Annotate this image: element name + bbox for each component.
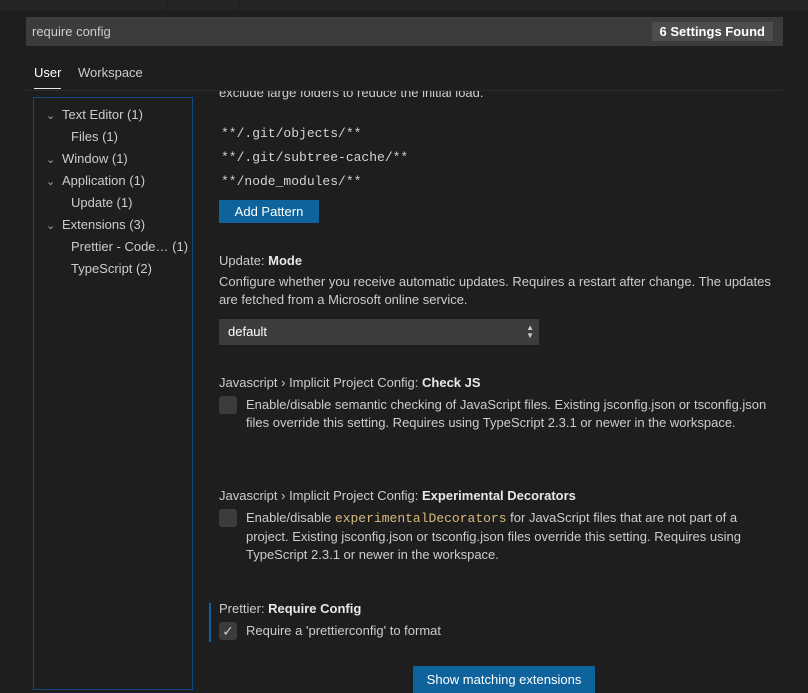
tab-workspace[interactable]: Workspace [78, 60, 143, 88]
toc-item-text-editor[interactable]: ⌄ Text Editor (1) [46, 105, 143, 125]
setting-description: Require a 'prettierconfig' to format [246, 623, 441, 638]
setting-description: Enable/disable experimentalDecorators fo… [246, 509, 781, 564]
toc-item-label: Update [71, 195, 113, 210]
toc-item-update[interactable]: Update (1) [71, 193, 132, 213]
settings-search-bar: 6 Settings Found [26, 17, 783, 46]
select-value: default [228, 324, 268, 339]
experimental-decorators-checkbox[interactable] [219, 509, 237, 527]
prettier-require-config-checkbox[interactable]: ✓ [219, 622, 237, 640]
setting-category: Update: [219, 253, 269, 268]
toc-item-extensions[interactable]: ⌄ Extensions (3) [46, 215, 145, 235]
setting-description: Configure whether you receive automatic … [219, 274, 771, 307]
check-js-checkbox[interactable] [219, 396, 237, 414]
chevron-down-icon: ⌄ [46, 176, 56, 188]
update-mode-select[interactable]: default ▲ ▼ [219, 319, 539, 345]
toc-item-label: Window [62, 151, 109, 166]
chevron-down-icon: ⌄ [46, 220, 56, 232]
exclude-pattern-item[interactable]: **/.git/objects/** [221, 124, 361, 144]
toc-item-count: (1) [102, 129, 118, 144]
title-strip [0, 0, 808, 10]
toc-item-typescript[interactable]: TypeScript (2) [71, 259, 152, 279]
settings-search-input[interactable] [26, 17, 632, 46]
results-count-badge: 6 Settings Found [651, 22, 773, 41]
setting-category: Javascript › Implicit Project Config: [219, 375, 423, 390]
setting-title-prettier-require-config: Prettier: Require Config [219, 601, 361, 616]
checkmark-icon: ✓ [222, 623, 234, 639]
chevron-down-icon: ⌄ [46, 110, 56, 122]
settings-table-of-contents: ⌄ Text Editor (1) Files (1) ⌄ Window (1) ⌄… [33, 97, 193, 690]
toc-item-label: Text Editor [62, 107, 124, 122]
setting-title-experimental-decorators: Javascript › Implicit Project Config: Ex… [219, 488, 576, 503]
show-matching-extensions-button[interactable]: Show matching extensions [413, 666, 595, 693]
toc-item-label: TypeScript [71, 261, 133, 276]
select-arrows-icon: ▲ ▼ [526, 323, 534, 340]
modified-indicator [209, 603, 211, 642]
toc-item-label: Files [71, 129, 99, 144]
tab-user[interactable]: User [34, 60, 62, 89]
toc-item-count: (2) [136, 261, 152, 276]
toc-item-label: Prettier - Code… [71, 239, 169, 254]
setting-category: Javascript › Implicit Project Config: [219, 488, 423, 503]
strip-divider [238, 0, 239, 10]
setting-description: exclude large folders to reduce the init… [219, 91, 484, 100]
setting-name: Check JS [422, 375, 481, 390]
setting-name: Mode [268, 253, 303, 268]
setting-title-update-mode: Update: Mode [219, 253, 302, 268]
description-text: Enable/disable [246, 510, 335, 525]
setting-name: Require Config [268, 601, 362, 616]
inline-code: experimentalDecorators [334, 511, 507, 526]
toc-item-label: Extensions [62, 217, 126, 232]
toc-item-files[interactable]: Files (1) [71, 127, 118, 147]
toc-item-count: (1) [172, 239, 189, 254]
settings-list: exclude large folders to reduce the init… [193, 91, 783, 693]
exclude-pattern-item[interactable]: **/node_modules/** [221, 172, 361, 192]
toc-item-count: (1) [111, 151, 128, 166]
toc-item-count: (1) [127, 107, 143, 122]
setting-description: Enable/disable semantic checking of Java… [246, 397, 767, 430]
chevron-down-icon: ⌄ [46, 154, 56, 166]
toc-item-count: (1) [116, 195, 133, 210]
setting-title-check-js: Javascript › Implicit Project Config: Ch… [219, 375, 481, 390]
add-pattern-button[interactable]: Add Pattern [219, 200, 319, 223]
setting-category: Prettier: [219, 601, 269, 616]
toc-item-prettier[interactable]: Prettier - Code… (1) [71, 237, 188, 257]
toc-item-count: (1) [129, 173, 146, 188]
setting-name: Experimental Decorators [422, 488, 576, 503]
exclude-pattern-item[interactable]: **/.git/subtree-cache/** [221, 148, 408, 168]
toc-item-label: Application [62, 173, 126, 188]
toc-item-count: (3) [129, 217, 146, 232]
toc-item-window[interactable]: ⌄ Window (1) [46, 149, 128, 169]
toc-item-application[interactable]: ⌄ Application (1) [46, 171, 145, 191]
strip-divider [166, 0, 167, 10]
